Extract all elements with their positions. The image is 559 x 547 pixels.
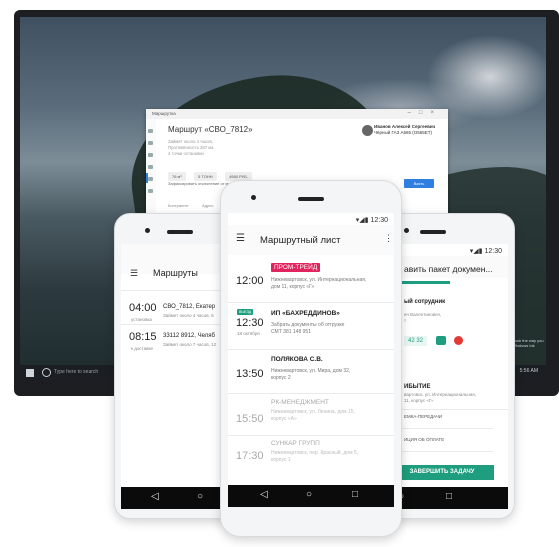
nav-icon[interactable]: [148, 177, 153, 181]
window-title: Маршрутка: [152, 111, 176, 116]
android-navbar: ○ □: [390, 487, 508, 509]
page-title: Маршрутный лист: [260, 235, 341, 246]
list-item[interactable]: 15:50 РК-МЕНЕДЖМЕНТ Нижневартовск, ул. Л…: [228, 394, 394, 434]
menu-icon[interactable]: ☰: [236, 233, 245, 244]
phone-screen: ▾◢▮ 12:30 авить пакет докумен... ый сотр…: [390, 244, 508, 487]
list-item[interactable]: ВЫЕЗД 12:30 18 октября ИП «БАХРЕДДИНОВ» …: [228, 303, 394, 349]
phone-screen: ▾◢▮ 12:30 ☰ Маршрутный лист ⋮ 12:00 ПРОМ…: [228, 213, 394, 503]
weight-chip: 5 ТОНН: [194, 172, 217, 181]
arrival-address: вартовск, ул. Интернациональная, 11, корп…: [404, 392, 477, 403]
nav-icon[interactable]: [148, 189, 153, 193]
active-nav-indicator: [146, 173, 148, 183]
windows-start-icon[interactable]: [26, 369, 34, 377]
list-item[interactable]: 17:30 СУНКАР ГРУПП Нижневартовск, пер. К…: [228, 436, 394, 476]
avatar: [362, 125, 373, 136]
home-icon[interactable]: ○: [306, 489, 312, 500]
finish-task-button[interactable]: ЗАВЕРШИТЬ ЗАДАЧУ: [390, 465, 494, 480]
page-title: авить пакет докумен...: [404, 264, 493, 274]
list-item[interactable]: 13:50 ПОЛЯКОВА С.В. Нижневартовск, ул. М…: [228, 350, 394, 392]
phone-right: ▾◢▮ 12:30 авить пакет докумен... ый сотр…: [383, 213, 515, 519]
table-header: Контрагент Адрес: [168, 203, 214, 208]
arrival-label: ИБЫТИЕ: [404, 384, 431, 390]
window-controls[interactable]: –□×: [408, 110, 442, 116]
back-icon[interactable]: ◁: [151, 491, 159, 502]
speaker: [298, 197, 324, 201]
user-info: Иванов Алексей Сергеевич Чёрный ГАЗ А665…: [374, 124, 436, 135]
nav-icon[interactable]: [148, 153, 153, 157]
page-title: Маршруты: [153, 268, 198, 278]
address: Нижневартовск, ул. Ленина, дом 15, корпус…: [271, 409, 355, 422]
back-icon[interactable]: ◁: [260, 489, 268, 500]
status-badge: ВЫЕЗД: [237, 309, 254, 315]
recents-icon[interactable]: □: [446, 491, 452, 502]
more-vert-icon[interactable]: ⋮: [384, 233, 393, 244]
field-transfer[interactable]: ЕМКА-ПЕРЕДАЧИ: [404, 414, 442, 419]
window-titlebar[interactable]: Маршрутка –□×: [146, 109, 448, 119]
accept-button[interactable]: Взять: [404, 179, 434, 188]
divider: [390, 409, 508, 410]
camera-icon: [404, 228, 409, 233]
taskbar-search[interactable]: Type here to search: [54, 369, 98, 375]
tray-time: 5:56 AM: [519, 368, 538, 374]
menu-icon[interactable]: ☰: [130, 268, 138, 279]
status-bar: ▾◢▮ 12:30: [355, 217, 388, 224]
alert-icon[interactable]: [454, 336, 463, 345]
address: Нижневартовск, пер. Красный, дом 5, корпу…: [271, 450, 359, 463]
address: Нижневартовск, ул. Интернациональная, дом…: [271, 277, 367, 290]
chat-icon[interactable]: [436, 336, 446, 345]
address: Нижневартовск, ул. Мира, дом 32, корпус 2: [271, 368, 351, 381]
speaker: [420, 230, 446, 234]
camera-icon: [145, 228, 150, 233]
route-title: Маршрут «СВО_7812»: [168, 125, 253, 134]
nav-icon[interactable]: [148, 165, 153, 169]
home-icon[interactable]: ○: [197, 491, 203, 502]
recents-icon[interactable]: □: [352, 489, 358, 500]
route-summary: Займёт около 4 часов, Протяжённость 287 к…: [168, 139, 215, 156]
status-bar: ▾◢▮ 12:30: [469, 248, 502, 255]
nav-icon[interactable]: [148, 141, 153, 145]
company-tag: ПРОМ-ТРЕЙД: [271, 263, 321, 272]
android-navbar: ◁ ○ □: [228, 485, 394, 507]
field-payment[interactable]: ИЦИЯ ОБ ОПЛАТЕ: [404, 437, 444, 442]
camera-icon: [251, 195, 256, 200]
speaker: [167, 230, 193, 234]
list-item[interactable]: 12:00 ПРОМ-ТРЕЙД Нижневартовск, ул. Инте…: [228, 259, 394, 301]
phone-center: ▾◢▮ 12:30 ☰ Маршрутный лист ⋮ 12:00 ПРОМ…: [220, 180, 402, 537]
volume-chip: 76 м³: [168, 172, 186, 181]
person-info: ич Валентинович, т: [404, 312, 442, 323]
section-title: ый сотрудник: [404, 299, 446, 305]
divider: [390, 451, 494, 452]
nav-icon[interactable]: [148, 129, 153, 133]
divider: [390, 428, 494, 429]
address: Забрать документы об отгрузке СМТ 381 148…: [271, 322, 345, 335]
phone-number[interactable]: 42 32: [404, 336, 428, 346]
search-icon[interactable]: [42, 368, 51, 377]
